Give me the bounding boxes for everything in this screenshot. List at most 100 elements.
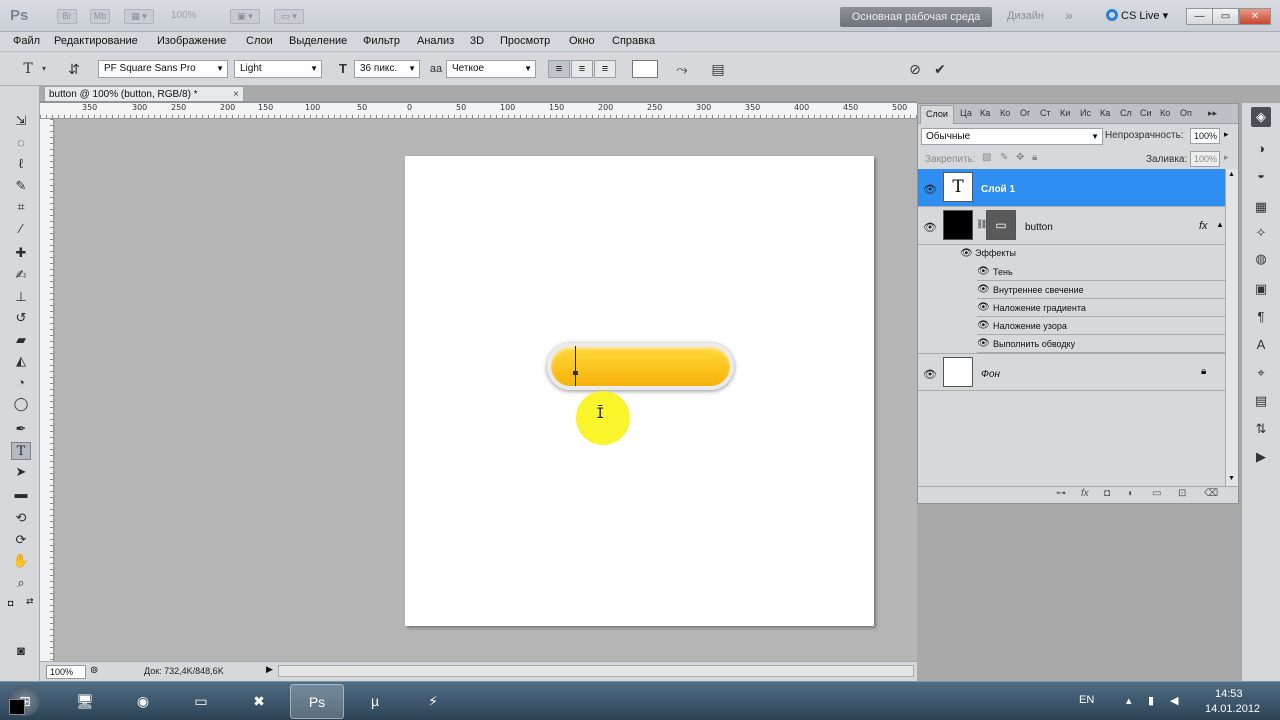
- effects-group[interactable]: 👁︎ Эффекты: [918, 245, 1225, 263]
- proof-icon[interactable]: ⊚: [90, 665, 98, 676]
- dodge-tool-icon[interactable]: ◯: [11, 395, 31, 413]
- quick-select-tool-icon[interactable]: ✎: [11, 177, 31, 195]
- taskbar-app-icon[interactable]: ✖: [232, 684, 286, 719]
- collapse-effects-icon[interactable]: ▲: [1216, 220, 1224, 229]
- effect-row[interactable]: 👁︎ Наложение узора: [977, 317, 1225, 335]
- network-icon[interactable]: ▮: [1148, 694, 1154, 707]
- lock-transparency-icon[interactable]: ▧: [982, 152, 991, 163]
- navigator-icon[interactable]: ⇅: [1251, 419, 1271, 439]
- tab-11[interactable]: Ко: [1160, 108, 1170, 118]
- default-colors-icon[interactable]: ◘: [8, 598, 13, 608]
- layer-row-layer1[interactable]: 👁︎ T Слой 1: [918, 169, 1225, 207]
- vertical-ruler[interactable]: [40, 119, 54, 661]
- adjustment-layer-icon[interactable]: ◐: [1128, 488, 1134, 499]
- align-center-button[interactable]: ≡: [571, 60, 593, 78]
- taskbar-folder-icon[interactable]: ▭: [174, 684, 228, 719]
- lock-pixels-icon[interactable]: ✎: [1000, 152, 1008, 163]
- type-tool-preset-icon[interactable]: T: [18, 59, 38, 79]
- tab-8[interactable]: Ка: [1100, 108, 1110, 118]
- tab-10[interactable]: Си: [1140, 108, 1152, 118]
- paragraph-icon[interactable]: ¶: [1251, 307, 1271, 327]
- tab-3[interactable]: Ко: [1000, 108, 1010, 118]
- add-style-icon[interactable]: fx: [1081, 488, 1089, 499]
- menu-image[interactable]: Изображение: [157, 35, 226, 47]
- blend-mode-select[interactable]: Обычные ▼: [921, 128, 1103, 145]
- link-layers-icon[interactable]: ⊶: [1056, 488, 1066, 499]
- warp-text-icon[interactable]: ⤳: [672, 59, 692, 79]
- pen-tool-icon[interactable]: ✒: [11, 420, 31, 438]
- font-style-select[interactable]: Light ▼: [234, 60, 322, 78]
- eye-icon[interactable]: 👁︎: [977, 281, 990, 299]
- eyedropper-tool-icon[interactable]: ⁄: [11, 220, 31, 238]
- blur-tool-icon[interactable]: ◔: [11, 374, 31, 392]
- commit-edit-icon[interactable]: ✔: [930, 59, 950, 79]
- screen-mode-button[interactable]: ▭ ▾: [274, 9, 304, 24]
- marquee-tool-icon[interactable]: ◌: [11, 134, 31, 152]
- effect-row[interactable]: 👁︎ Выполнить обводку: [977, 335, 1225, 353]
- horizontal-ruler[interactable]: 350 300 250 200 150 100 50 0 50 100 150 …: [40, 103, 917, 119]
- menu-file[interactable]: Файл: [13, 35, 40, 47]
- layer-row-background[interactable]: 👁︎ Фон 🔒︎: [918, 353, 1225, 391]
- align-left-button[interactable]: ≡: [548, 60, 570, 78]
- path-selection-tool-icon[interactable]: ➤: [11, 463, 31, 481]
- document-canvas[interactable]: [405, 156, 874, 626]
- text-color-swatch[interactable]: [632, 60, 658, 78]
- character-panel-icon[interactable]: ▤: [708, 59, 728, 79]
- panel-menu-icon[interactable]: ▸▸: [1208, 108, 1217, 119]
- taskbar-chrome-icon[interactable]: ◉: [116, 684, 170, 719]
- layer-name[interactable]: button: [1025, 222, 1053, 233]
- clock-date[interactable]: 14.01.2012: [1205, 703, 1260, 715]
- menu-layer[interactable]: Слои: [246, 35, 273, 47]
- view-extras-button[interactable]: ▦ ▾: [124, 9, 154, 24]
- close-tab-icon[interactable]: ×: [233, 87, 239, 102]
- history-brush-tool-icon[interactable]: ↺: [11, 309, 31, 327]
- menu-window[interactable]: Окно: [569, 35, 595, 47]
- volume-icon[interactable]: ◀︎: [1170, 694, 1178, 707]
- effect-row[interactable]: 👁︎ Внутреннее свечение: [977, 281, 1225, 299]
- vector-mask-thumbnail[interactable]: ▭: [986, 210, 1016, 240]
- opacity-arrow-icon[interactable]: ▸: [1224, 129, 1229, 140]
- clone-source-icon[interactable]: ⌖: [1251, 363, 1271, 383]
- 3d-rotate-tool-icon[interactable]: ⟲: [11, 509, 31, 527]
- taskbar-utorrent-icon[interactable]: µ: [348, 684, 402, 719]
- eye-icon[interactable]: 👁︎: [977, 335, 990, 353]
- brush-tool-icon[interactable]: ✍: [11, 266, 31, 284]
- zoom-tool-icon[interactable]: ⌕: [11, 574, 31, 592]
- layer-row-button[interactable]: 👁︎ ⛓︎ ▭ button fx ▲: [918, 207, 1225, 245]
- menu-filter[interactable]: Фильтр: [363, 35, 400, 47]
- minimize-button[interactable]: —: [1186, 8, 1213, 25]
- language-indicator[interactable]: EN: [1079, 694, 1094, 706]
- zoom-level-indicator[interactable]: 100%: [171, 10, 197, 21]
- tab-12[interactable]: Оп: [1180, 108, 1192, 118]
- menu-view[interactable]: Просмотр: [500, 35, 550, 47]
- type-tool-icon[interactable]: T: [11, 442, 31, 460]
- bridge-button[interactable]: Br: [57, 9, 77, 24]
- healing-brush-tool-icon[interactable]: ✚: [11, 244, 31, 262]
- taskbar-photoshop-icon[interactable]: Ps: [290, 684, 344, 719]
- antialias-select[interactable]: Четкое ▼: [446, 60, 536, 78]
- tab-9[interactable]: Сл: [1120, 108, 1132, 118]
- character-icon[interactable]: A: [1251, 335, 1271, 355]
- lock-all-icon[interactable]: 🔒︎: [1032, 152, 1037, 163]
- notes-icon[interactable]: ▤: [1251, 391, 1271, 411]
- eye-icon[interactable]: 👁︎: [977, 263, 990, 281]
- mini-bridge-button[interactable]: Mb: [90, 9, 110, 24]
- tray-arrow-icon[interactable]: ▴: [1126, 694, 1132, 707]
- gradient-tool-icon[interactable]: ◭: [11, 352, 31, 370]
- move-tool-icon[interactable]: ⇲: [11, 112, 31, 130]
- 3d-orbit-tool-icon[interactable]: ⟳: [11, 531, 31, 549]
- arrange-documents-button[interactable]: ▣ ▾: [230, 9, 260, 24]
- tool-preset-arrow-icon[interactable]: ▾: [42, 64, 46, 73]
- layer-name[interactable]: Фон: [981, 369, 1000, 380]
- masks-icon[interactable]: ◒: [1251, 165, 1271, 185]
- zoom-field[interactable]: 100%: [46, 665, 86, 679]
- scroll-down-icon[interactable]: ▼: [1228, 475, 1235, 482]
- workspace-essentials-button[interactable]: Основная рабочая среда: [840, 7, 992, 27]
- layer-name[interactable]: Слой 1: [981, 184, 1015, 195]
- more-workspaces-icon[interactable]: »: [1065, 7, 1073, 23]
- quick-mask-icon[interactable]: ◙: [11, 642, 31, 660]
- 3d-icon[interactable]: ◍: [1251, 249, 1271, 269]
- hand-tool-icon[interactable]: ✋: [11, 552, 31, 570]
- clone-stamp-tool-icon[interactable]: ⊥: [11, 288, 31, 306]
- tab-6[interactable]: Ки: [1060, 108, 1070, 118]
